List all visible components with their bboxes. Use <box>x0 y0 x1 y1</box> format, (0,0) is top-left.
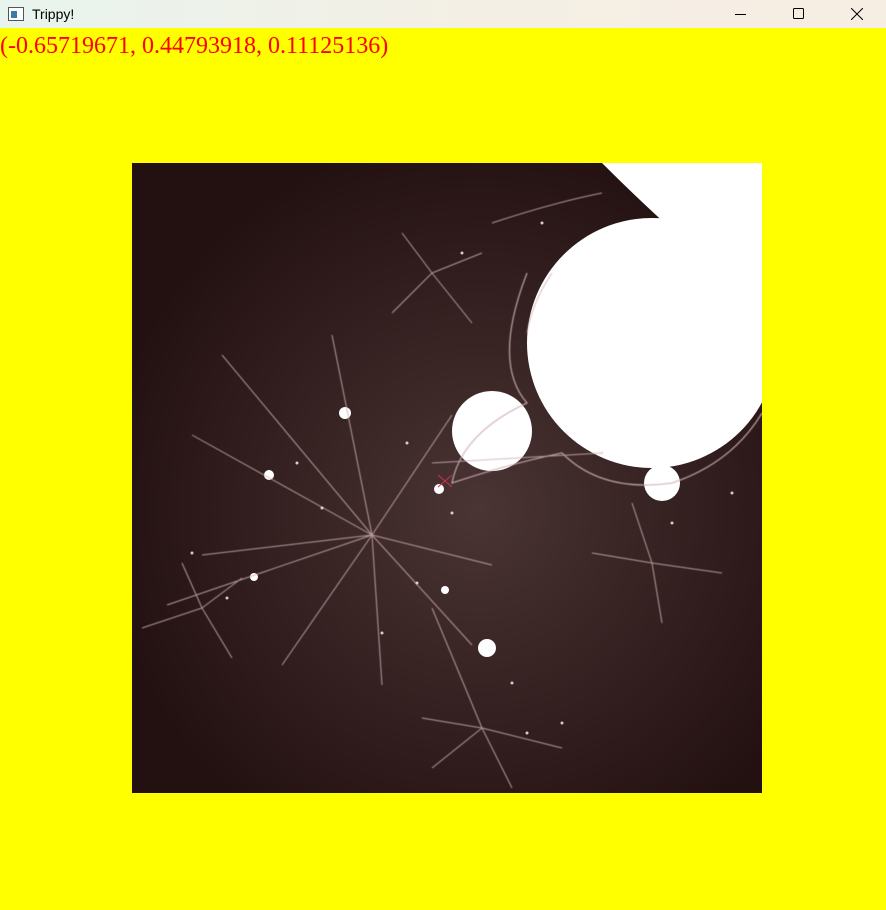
window-title: Trippy! <box>32 6 75 22</box>
title-bar[interactable]: Trippy! <box>0 0 886 28</box>
minimize-button[interactable] <box>712 0 770 28</box>
maximize-button[interactable] <box>770 0 828 28</box>
close-icon <box>851 8 863 20</box>
fractal-viewport[interactable] <box>132 163 762 793</box>
caption-buttons <box>712 0 886 28</box>
close-button[interactable] <box>828 0 886 28</box>
minimize-icon <box>735 14 746 15</box>
coordinate-readout: (-0.65719671, 0.44793918, 0.11125136) <box>0 33 389 59</box>
maximize-icon <box>793 8 804 19</box>
app-window: Trippy! (-0.65719671, 0.44793918, 0.1112… <box>0 0 886 910</box>
fractal-image <box>132 163 762 793</box>
app-window-icon <box>8 7 24 21</box>
